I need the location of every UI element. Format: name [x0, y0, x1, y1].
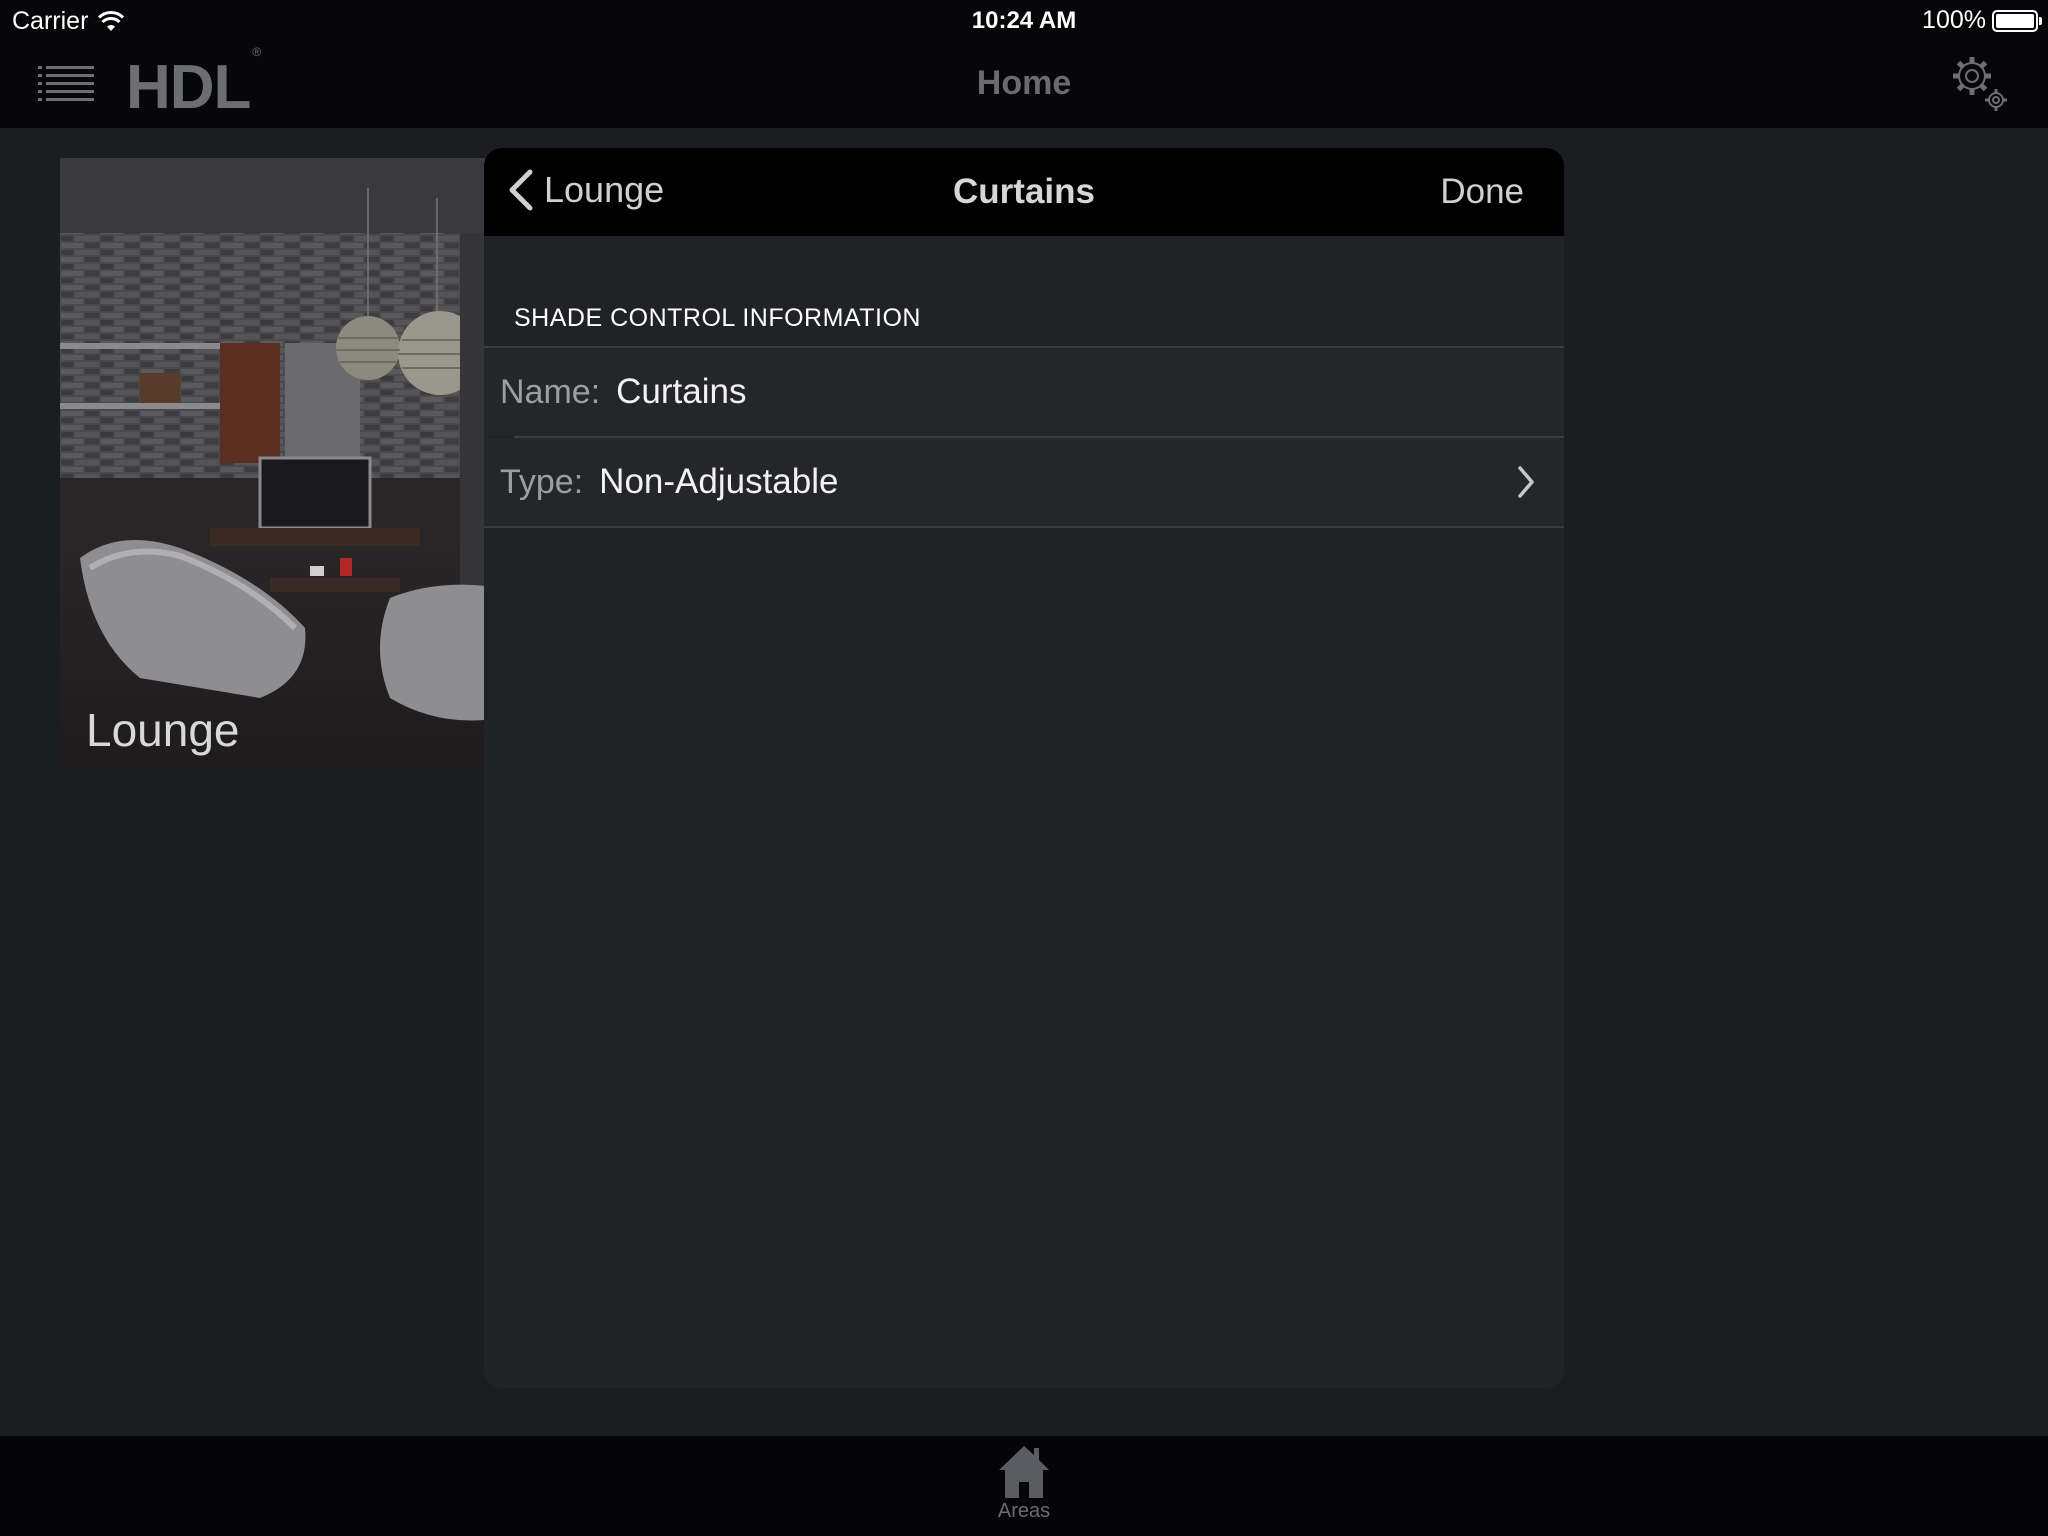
- divider: [484, 526, 1564, 528]
- page-title: Home: [976, 64, 1072, 102]
- battery-icon: [1992, 9, 2042, 32]
- battery-indicator: 100%: [1922, 6, 2042, 35]
- tab-areas-label: Areas: [997, 1500, 1051, 1522]
- room-tile-lounge[interactable]: Lounge: [60, 158, 500, 773]
- chevron-right-icon: [1518, 466, 1534, 498]
- section-header: SHADE CONTROL INFORMATION: [514, 304, 921, 332]
- type-label: Type:: [500, 462, 584, 501]
- type-row[interactable]: Type: Non-Adjustable: [484, 438, 1564, 526]
- done-button[interactable]: Done: [1440, 172, 1524, 212]
- room-photo: [60, 158, 500, 773]
- home-icon: [999, 1446, 1049, 1498]
- battery-percent: 100%: [1922, 6, 1986, 34]
- status-time: 10:24 AM: [971, 7, 1077, 34]
- gears-icon[interactable]: [1948, 52, 2014, 118]
- room-label: Lounge: [86, 704, 240, 756]
- status-bar: Carrier 10:24 AM 100%: [0, 0, 2048, 40]
- type-value: Non-Adjustable: [599, 462, 839, 501]
- curtains-modal: Lounge Curtains Done SHADE CONTROL INFOR…: [484, 148, 1564, 1388]
- modal-title: Curtains: [953, 172, 1095, 211]
- nav-bar: HDL® Home: [0, 40, 2048, 128]
- tab-areas[interactable]: Areas: [984, 1442, 1064, 1532]
- name-row[interactable]: Name: Curtains: [484, 348, 1564, 436]
- tab-bar: Areas: [0, 1436, 2048, 1536]
- modal-header: Lounge Curtains Done: [484, 148, 1564, 236]
- registered-mark: ®: [252, 45, 261, 60]
- battery-fill: [1996, 13, 2034, 28]
- name-value[interactable]: Curtains: [616, 372, 746, 412]
- shade-info-table: Name: Curtains Type: Non-Adjustable: [484, 346, 1564, 528]
- name-label: Name:: [500, 372, 601, 411]
